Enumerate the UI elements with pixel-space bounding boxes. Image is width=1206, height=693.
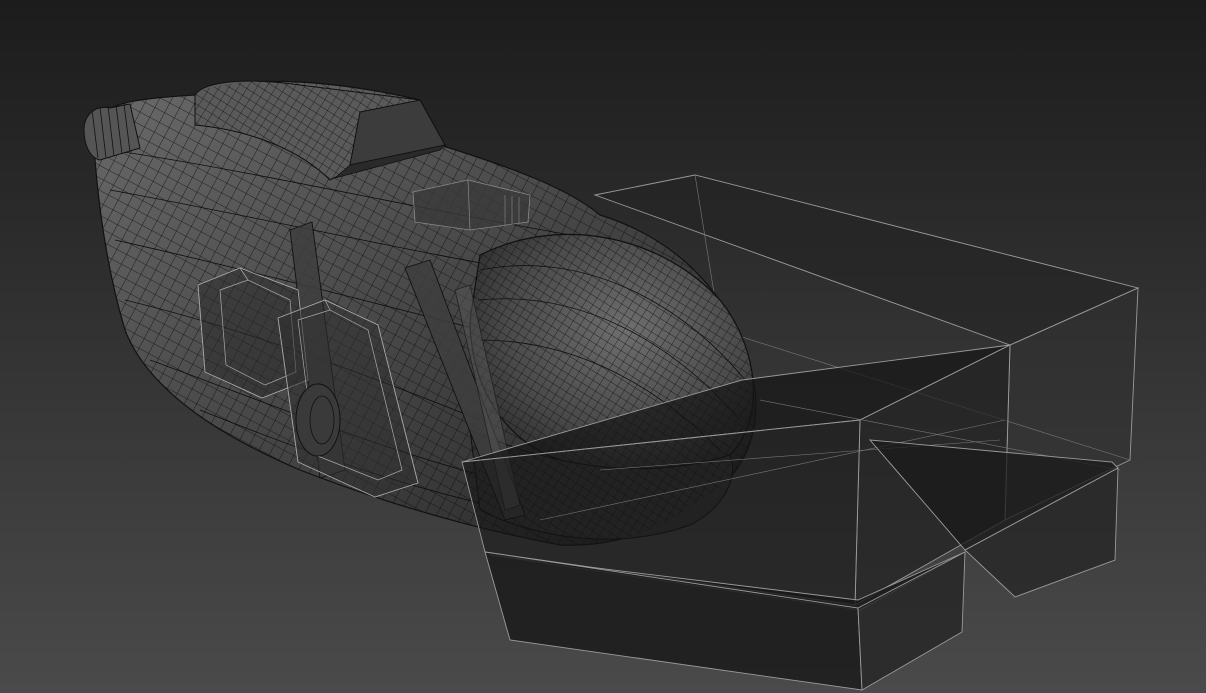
rear-disc [295,383,341,457]
viewport-scene[interactable] [0,0,1206,693]
3d-viewport[interactable] [0,0,1206,693]
